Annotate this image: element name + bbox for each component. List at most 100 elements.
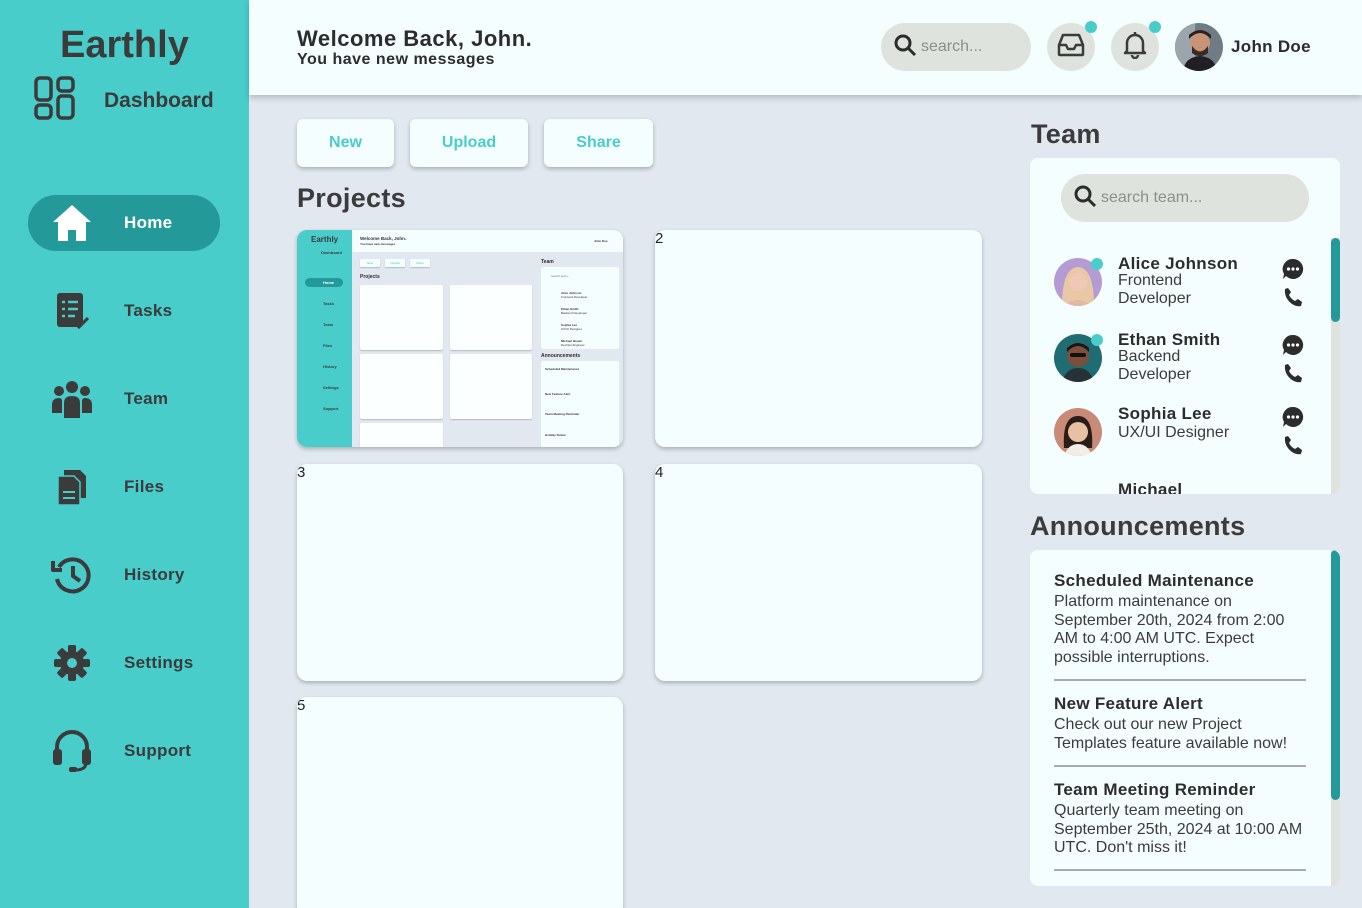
inbox-button[interactable] bbox=[1047, 21, 1097, 71]
nav-item-history[interactable]: History bbox=[28, 547, 220, 603]
nav-item-settings[interactable]: Settings bbox=[28, 635, 220, 691]
dashboard-link[interactable]: Dashboard bbox=[34, 76, 214, 125]
nav-label-history: History bbox=[124, 565, 185, 584]
online-indicator bbox=[1091, 258, 1103, 270]
bell-icon bbox=[1123, 31, 1147, 64]
team-member[interactable]: Michael bbox=[1054, 480, 1314, 494]
thumbnail-subtitle: You have new messages bbox=[360, 242, 396, 246]
member-name: Michael bbox=[1118, 480, 1183, 494]
team-member[interactable]: Ethan Smith Backend Developer bbox=[1054, 330, 1314, 404]
thumbnail-announcements-panel: Scheduled Maintenance New Feature Alert … bbox=[541, 361, 619, 447]
projects-title: Projects bbox=[297, 183, 406, 213]
dashboard-label: Dashboard bbox=[104, 88, 214, 112]
inbox-icon bbox=[1057, 33, 1085, 62]
member-role: Frontend Developer bbox=[1118, 272, 1191, 307]
settings-icon bbox=[50, 641, 94, 685]
nav-label-home: Home bbox=[124, 213, 173, 232]
team-member[interactable]: Sophia Lee UX/UI Designer bbox=[1054, 404, 1314, 478]
thumbnail-announcement: Holiday Notice bbox=[545, 433, 566, 437]
thumbnail-project-card bbox=[450, 354, 532, 419]
project-card-2[interactable]: 2 bbox=[655, 230, 982, 447]
thumbnail-project-card bbox=[360, 354, 443, 419]
thumbnail-projects-title: Projects bbox=[360, 274, 380, 280]
team-search[interactable] bbox=[1061, 174, 1309, 222]
phone-icon[interactable] bbox=[1282, 434, 1306, 458]
thumbnail-nav-item: History bbox=[323, 364, 337, 369]
thumbnail-welcome: Welcome Back, John. bbox=[360, 236, 407, 241]
notifications-button[interactable] bbox=[1111, 21, 1161, 71]
announcements-panel: Scheduled Maintenance Platform maintenan… bbox=[1030, 550, 1340, 886]
announcement-item: New Feature Alert Check out our new Proj… bbox=[1054, 694, 1306, 753]
nav-label-files: Files bbox=[124, 477, 165, 496]
member-role: Backend Developer bbox=[1118, 348, 1191, 383]
phone-icon[interactable] bbox=[1282, 286, 1306, 310]
announcement-body: Quarterly team meeting on September 25th… bbox=[1054, 802, 1303, 856]
team-scrollbar-thumb[interactable] bbox=[1331, 238, 1340, 322]
online-indicator bbox=[1091, 334, 1103, 346]
thumbnail-project-card bbox=[360, 285, 443, 350]
announcement-item: Scheduled Maintenance Platform maintenan… bbox=[1054, 571, 1306, 667]
project-number: 2 bbox=[655, 230, 664, 247]
notification-dot bbox=[1149, 21, 1161, 33]
thumbnail-announcements-title: Announcements bbox=[541, 353, 581, 359]
nav-label-support: Support bbox=[124, 741, 192, 760]
user-name: John Doe bbox=[1231, 37, 1311, 56]
member-name: Ethan Smith bbox=[1118, 330, 1221, 349]
thumbnail-team-panel: search team... Alice Johnson Frontend De… bbox=[541, 267, 619, 349]
search-input[interactable] bbox=[921, 38, 1021, 56]
nav-item-support[interactable]: Support bbox=[28, 723, 220, 779]
announcement-body: Check out our new Project Templates feat… bbox=[1054, 716, 1288, 752]
nav-item-home[interactable]: Home bbox=[28, 195, 220, 251]
chat-icon[interactable] bbox=[1282, 334, 1306, 358]
share-button[interactable]: Share bbox=[544, 119, 653, 167]
team-search-input[interactable] bbox=[1101, 189, 1291, 207]
avatar bbox=[1054, 408, 1102, 456]
project-card-5[interactable]: 5 bbox=[297, 697, 623, 908]
announcement-title: New Feature Alert bbox=[1054, 694, 1204, 713]
team-title: Team bbox=[1031, 119, 1101, 149]
thumbnail-user: John Doe bbox=[594, 239, 608, 243]
brand-logo: Earthly bbox=[60, 24, 189, 66]
thumbnail-nav-item: Support bbox=[323, 406, 339, 411]
thumbnail-announcement: Team Meeting Reminder bbox=[545, 412, 580, 416]
thumbnail-member-role: Frontend Developer bbox=[561, 295, 588, 299]
member-role: UX/UI Designer bbox=[1118, 424, 1230, 441]
avatar bbox=[1175, 23, 1223, 71]
thumbnail-announcement: New Feature Alert bbox=[545, 392, 571, 396]
project-card-1[interactable]: Earthly Dashboard Home Tasks Team Files … bbox=[297, 230, 623, 447]
team-panel: Alice Johnson Frontend Developer Ethan S… bbox=[1030, 158, 1340, 494]
thumbnail-nav-item: Files bbox=[323, 343, 333, 348]
announcements-scrollbar-thumb[interactable] bbox=[1331, 550, 1340, 800]
thumbnail-nav-item: Home bbox=[305, 278, 343, 287]
new-button[interactable]: New bbox=[297, 119, 394, 167]
phone-icon[interactable] bbox=[1282, 362, 1306, 386]
thumbnail-project-card bbox=[450, 285, 532, 350]
chat-icon[interactable] bbox=[1282, 258, 1306, 282]
nav-item-tasks[interactable]: Tasks bbox=[28, 283, 220, 339]
thumbnail-button: New bbox=[360, 259, 380, 267]
thumbnail-member-role: DevOps Engineer bbox=[561, 343, 585, 347]
thumbnail-header: Welcome Back, John. You have new message… bbox=[352, 230, 623, 252]
thumbnail-nav-item: Tasks bbox=[323, 301, 335, 306]
thumbnail-nav-item: Settings bbox=[323, 385, 339, 390]
chat-icon[interactable] bbox=[1282, 406, 1306, 430]
team-member[interactable]: Alice Johnson Frontend Developer bbox=[1054, 254, 1314, 328]
nav-item-team[interactable]: Team bbox=[28, 371, 220, 427]
nav-item-files[interactable]: Files bbox=[28, 459, 220, 515]
sidebar: Earthly Dashboard Home Tasks Team Files … bbox=[0, 0, 249, 908]
team-icon bbox=[50, 377, 94, 421]
upload-button[interactable]: Upload bbox=[410, 119, 528, 167]
search-icon bbox=[893, 33, 917, 62]
divider bbox=[1054, 765, 1306, 767]
member-name: Alice Johnson bbox=[1118, 254, 1239, 273]
project-card-4[interactable]: 4 bbox=[655, 464, 982, 681]
project-card-3[interactable]: 3 bbox=[297, 464, 623, 681]
thumbnail-member-role: UX/UI Designer bbox=[561, 327, 582, 331]
user-menu[interactable]: John Doe bbox=[1175, 23, 1311, 71]
header-search[interactable] bbox=[881, 23, 1031, 71]
thumbnail-team-search: search team... bbox=[551, 274, 571, 278]
thumbnail-dashboard: Dashboard bbox=[321, 250, 342, 255]
thumbnail-brand: Earthly bbox=[311, 235, 339, 244]
home-icon bbox=[50, 201, 94, 245]
announcement-body: Platform maintenance on September 20th, … bbox=[1054, 593, 1285, 666]
